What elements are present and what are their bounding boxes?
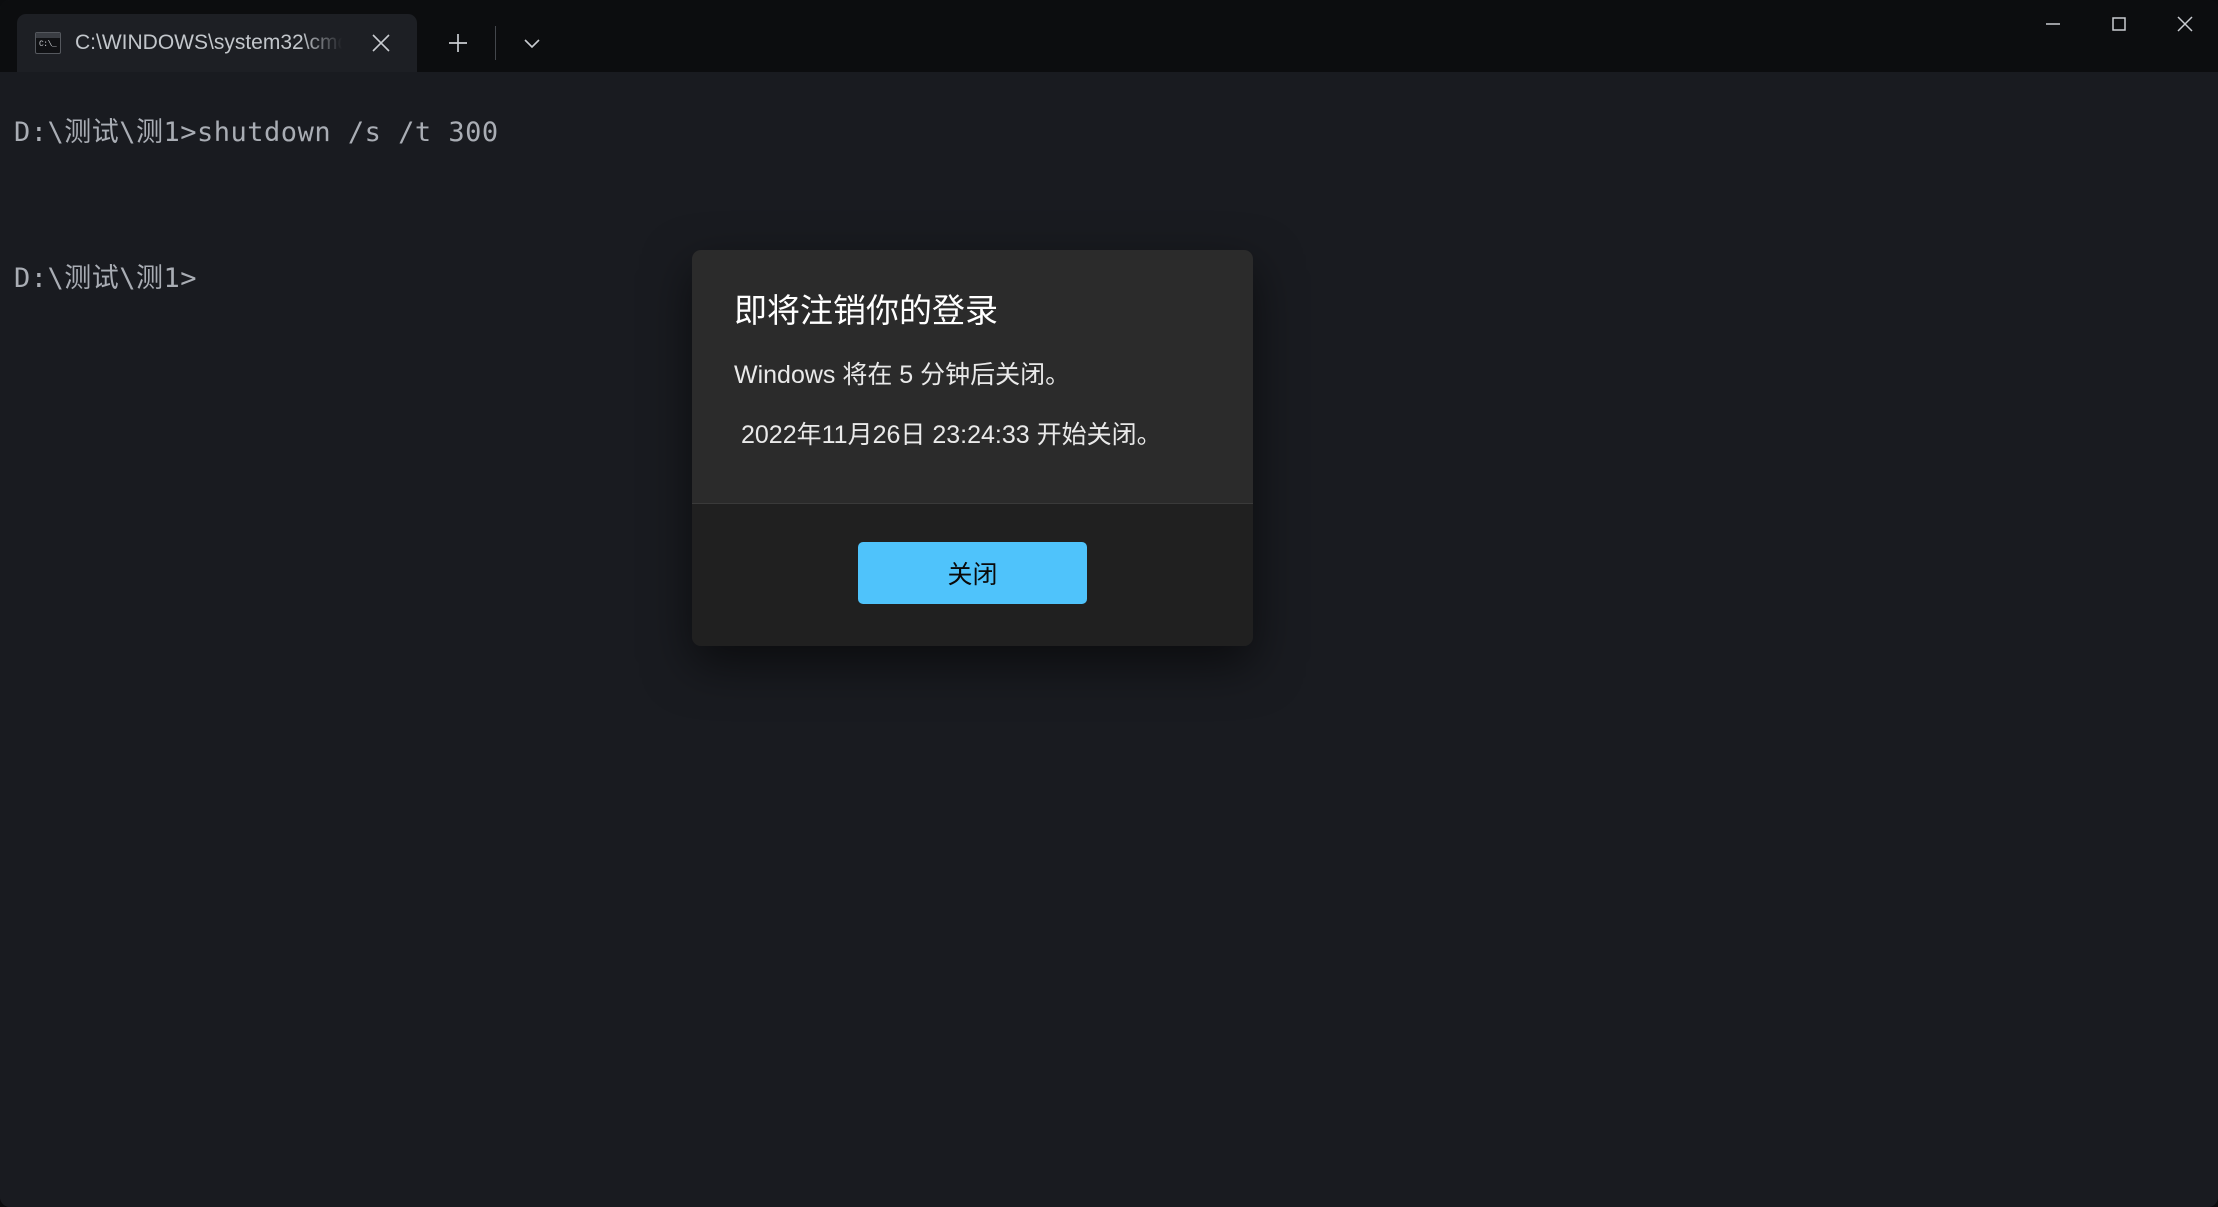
window-controls — [2020, 0, 2218, 72]
shutdown-dialog: 即将注销你的登录 Windows 将在 5 分钟后关闭。 2022年11月26日… — [692, 250, 1253, 646]
dialog-body: 即将注销你的登录 Windows 将在 5 分钟后关闭。 2022年11月26日… — [692, 250, 1253, 504]
minimize-icon — [2046, 22, 2060, 25]
tab-dropdown-button[interactable] — [506, 14, 558, 72]
maximize-button[interactable] — [2086, 0, 2152, 47]
maximize-icon — [2112, 16, 2126, 31]
title-bar: C:\_ C:\WINDOWS\system32\cmd. — [0, 0, 2218, 72]
cmd-prompt-icon-glyph: C:\_ — [39, 40, 57, 49]
tab-strip: C:\_ C:\WINDOWS\system32\cmd. — [0, 0, 558, 72]
close-icon — [2177, 15, 2193, 32]
plus-icon — [449, 34, 467, 52]
tab-strip-divider — [495, 26, 496, 60]
close-icon — [372, 34, 390, 52]
tab-close-button[interactable] — [359, 21, 403, 65]
dialog-detail: 2022年11月26日 23:24:33 开始关闭。 — [741, 421, 1162, 450]
tab-title: C:\WINDOWS\system32\cmd. — [75, 31, 345, 54]
dialog-message: Windows 将在 5 分钟后关闭。 — [734, 361, 1071, 390]
terminal-window: C:\_ C:\WINDOWS\system32\cmd. D:\测试\测1>s… — [0, 0, 2218, 1207]
dialog-close-button[interactable]: 关闭 — [858, 542, 1087, 604]
dialog-title: 即将注销你的登录 — [734, 292, 998, 329]
minimize-button[interactable] — [2020, 0, 2086, 47]
title-bar-drag-region — [558, 0, 2020, 72]
new-tab-button[interactable] — [431, 14, 485, 72]
dialog-footer: 关闭 — [692, 504, 1253, 646]
chevron-down-icon — [524, 39, 540, 49]
tab-cmd[interactable]: C:\_ C:\WINDOWS\system32\cmd. — [17, 14, 417, 72]
window-close-button[interactable] — [2152, 0, 2218, 47]
cmd-prompt-icon: C:\_ — [35, 32, 61, 54]
